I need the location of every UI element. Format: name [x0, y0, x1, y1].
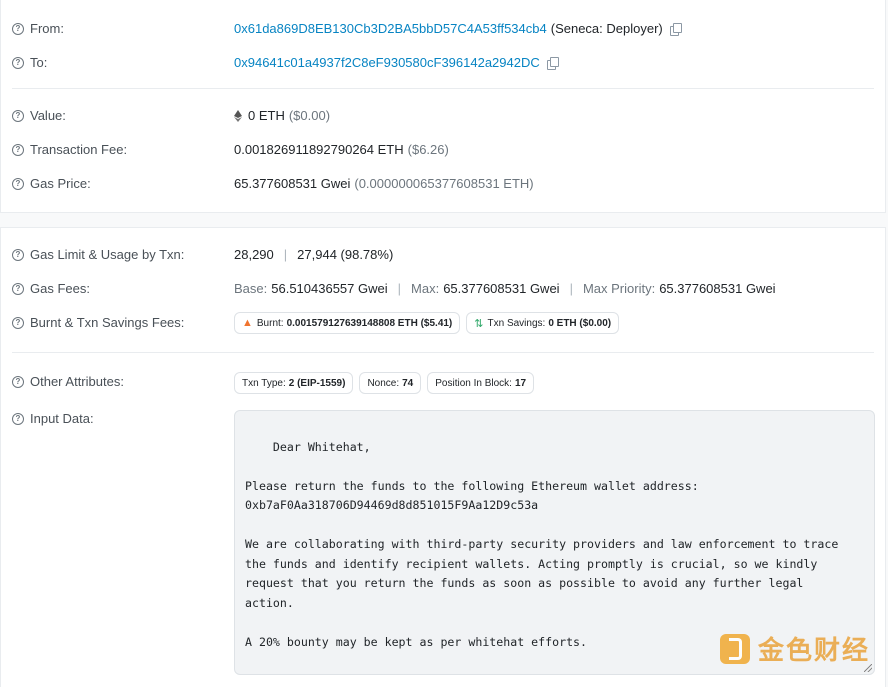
watermark: 金色财经	[720, 630, 870, 667]
gas-limit-label: Gas Limit & Usage by Txn:	[30, 247, 185, 262]
transaction-details-card: ? Gas Limit & Usage by Txn: 28,290 | 27,…	[0, 227, 886, 687]
txn-type-label: Txn Type:	[242, 377, 286, 389]
gas-fees-row: ? Gas Fees: Base: 56.510436557 Gwei | Ma…	[1, 278, 885, 298]
gas-limit-row: ? Gas Limit & Usage by Txn: 28,290 | 27,…	[1, 244, 885, 264]
help-circle-icon[interactable]: ?	[12, 56, 24, 69]
other-attributes-row: ? Other Attributes: Txn Type: 2 (EIP-155…	[1, 371, 885, 395]
burnt-savings-label: Burnt & Txn Savings Fees:	[30, 315, 185, 330]
burnt-badge-value: 0.001579127639148808 ETH ($5.41)	[286, 317, 453, 329]
max-fee-value: 65.377608531 Gwei	[443, 281, 560, 296]
position-label: Position In Block:	[435, 377, 512, 389]
separator: |	[283, 247, 288, 262]
input-data-label: Input Data:	[30, 411, 94, 426]
transaction-fee-amount: 0.001826911892790264 ETH	[234, 142, 404, 157]
from-row: ? From: 0x61da869D8EB130Cb3D2BA5bbD57C4A…	[1, 18, 885, 38]
separator: |	[397, 281, 402, 296]
flame-icon: ▲	[242, 317, 253, 329]
watermark-logo-icon	[720, 633, 750, 664]
from-label: From:	[30, 21, 64, 36]
transaction-fee-row: ? Transaction Fee: 0.001826911892790264 …	[1, 139, 885, 159]
transaction-fee-usd: ($6.26)	[407, 142, 449, 157]
nonce-badge: Nonce: 74	[359, 372, 422, 394]
help-circle-icon[interactable]: ?	[12, 22, 24, 35]
watermark-text: 金色财经	[758, 636, 871, 666]
savings-badge-value: 0 ETH ($0.00)	[548, 317, 612, 329]
gas-price-gwei: 65.377608531 Gwei	[234, 176, 351, 191]
to-address-link[interactable]: 0x94641c01a4937f2C8eF930580cF396142a2942…	[234, 55, 540, 70]
savings-icon: ⇅	[474, 317, 484, 330]
max-priority-label: Max Priority:	[582, 281, 656, 296]
max-priority-value: 65.377608531 Gwei	[659, 281, 776, 296]
from-tag: (Seneca: Deployer)	[550, 21, 663, 36]
value-amount: 0 ETH	[248, 108, 285, 123]
burnt-fee-badge: ▲ Burnt: 0.001579127639148808 ETH ($5.41…	[234, 312, 461, 334]
gas-price-label: Gas Price:	[30, 176, 91, 191]
gas-fees-label: Gas Fees:	[30, 281, 90, 296]
txn-type-badge: Txn Type: 2 (EIP-1559)	[234, 372, 354, 394]
help-circle-icon[interactable]: ?	[12, 248, 24, 261]
gas-limit-value: 28,290	[234, 247, 274, 262]
burnt-badge-label: Burnt:	[256, 317, 284, 329]
divider	[12, 352, 874, 353]
to-label: To:	[30, 55, 48, 70]
burnt-savings-row: ? Burnt & Txn Savings Fees: ▲ Burnt: 0.0…	[1, 312, 885, 336]
gas-price-eth: (0.000000065377608531 ETH)	[354, 176, 534, 191]
gas-usage-value: 27,944 (98.78%)	[297, 247, 394, 262]
help-circle-icon[interactable]: ?	[12, 143, 24, 156]
help-circle-icon[interactable]: ?	[12, 412, 24, 425]
position-badge: Position In Block: 17	[427, 372, 535, 394]
transaction-fee-label: Transaction Fee:	[30, 142, 128, 157]
copy-icon[interactable]	[669, 22, 682, 36]
copy-icon[interactable]	[546, 56, 559, 70]
value-row: ? Value: 0 ETH ($0.00)	[1, 105, 885, 125]
help-circle-icon[interactable]: ?	[12, 316, 24, 329]
base-fee-value: 56.510436557 Gwei	[271, 281, 388, 296]
nonce-value: 74	[402, 377, 414, 389]
to-row: ? To: 0x94641c01a4937f2C8eF930580cF39614…	[1, 52, 885, 72]
value-usd: ($0.00)	[288, 108, 331, 123]
max-fee-label: Max:	[411, 281, 440, 296]
nonce-label: Nonce:	[367, 377, 400, 389]
position-value: 17	[514, 377, 527, 389]
help-circle-icon[interactable]: ?	[12, 109, 24, 122]
eth-icon	[234, 109, 242, 122]
other-attributes-label: Other Attributes:	[30, 374, 124, 389]
savings-badge-label: Txn Savings:	[487, 317, 546, 329]
input-data-text: Dear Whitehat, Please return the funds t…	[245, 439, 839, 649]
base-fee-label: Base:	[234, 281, 268, 296]
divider	[12, 88, 874, 89]
help-circle-icon[interactable]: ?	[12, 177, 24, 190]
txn-type-value: 2 (EIP-1559)	[288, 377, 346, 389]
separator: |	[569, 281, 573, 296]
gas-price-row: ? Gas Price: 65.377608531 Gwei (0.000000…	[1, 173, 885, 193]
help-circle-icon[interactable]: ?	[12, 282, 24, 295]
from-address-link[interactable]: 0x61da869D8EB130Cb3D2BA5bbD57C4A53ff534c…	[234, 21, 547, 36]
help-circle-icon[interactable]: ?	[12, 375, 24, 388]
txn-savings-badge: ⇅ Txn Savings: 0 ETH ($0.00)	[466, 312, 620, 334]
transaction-summary-card: ? From: 0x61da869D8EB130Cb3D2BA5bbD57C4A…	[0, 0, 886, 213]
value-label: Value:	[30, 108, 66, 123]
